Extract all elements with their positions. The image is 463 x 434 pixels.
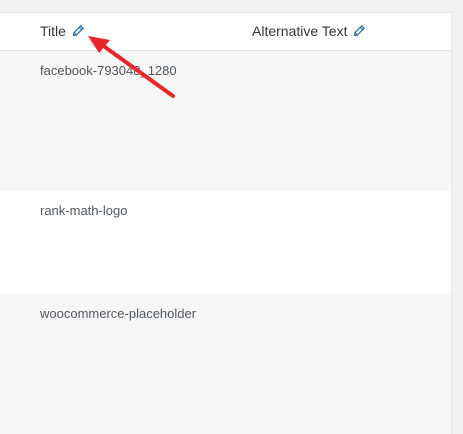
table-header: Title Alternative Text: [0, 13, 451, 51]
media-table: Title Alternative Text facebook-793048_1…: [0, 12, 452, 434]
table-row: facebook-793048_1280: [0, 51, 451, 191]
table-row: rank-math-logo: [0, 191, 451, 294]
column-header-alt-text-label: Alternative Text: [252, 23, 348, 39]
column-header-alt-text: Alternative Text: [252, 23, 366, 39]
cell-title[interactable]: facebook-793048_1280: [40, 63, 177, 78]
pencil-icon[interactable]: [71, 24, 85, 38]
table-row: woocommerce-placeholder: [0, 294, 451, 434]
column-header-title: Title: [40, 23, 85, 39]
cell-title[interactable]: rank-math-logo: [40, 203, 127, 218]
column-header-title-label: Title: [40, 23, 66, 39]
pencil-icon[interactable]: [352, 24, 366, 38]
cell-title[interactable]: woocommerce-placeholder: [40, 306, 196, 321]
